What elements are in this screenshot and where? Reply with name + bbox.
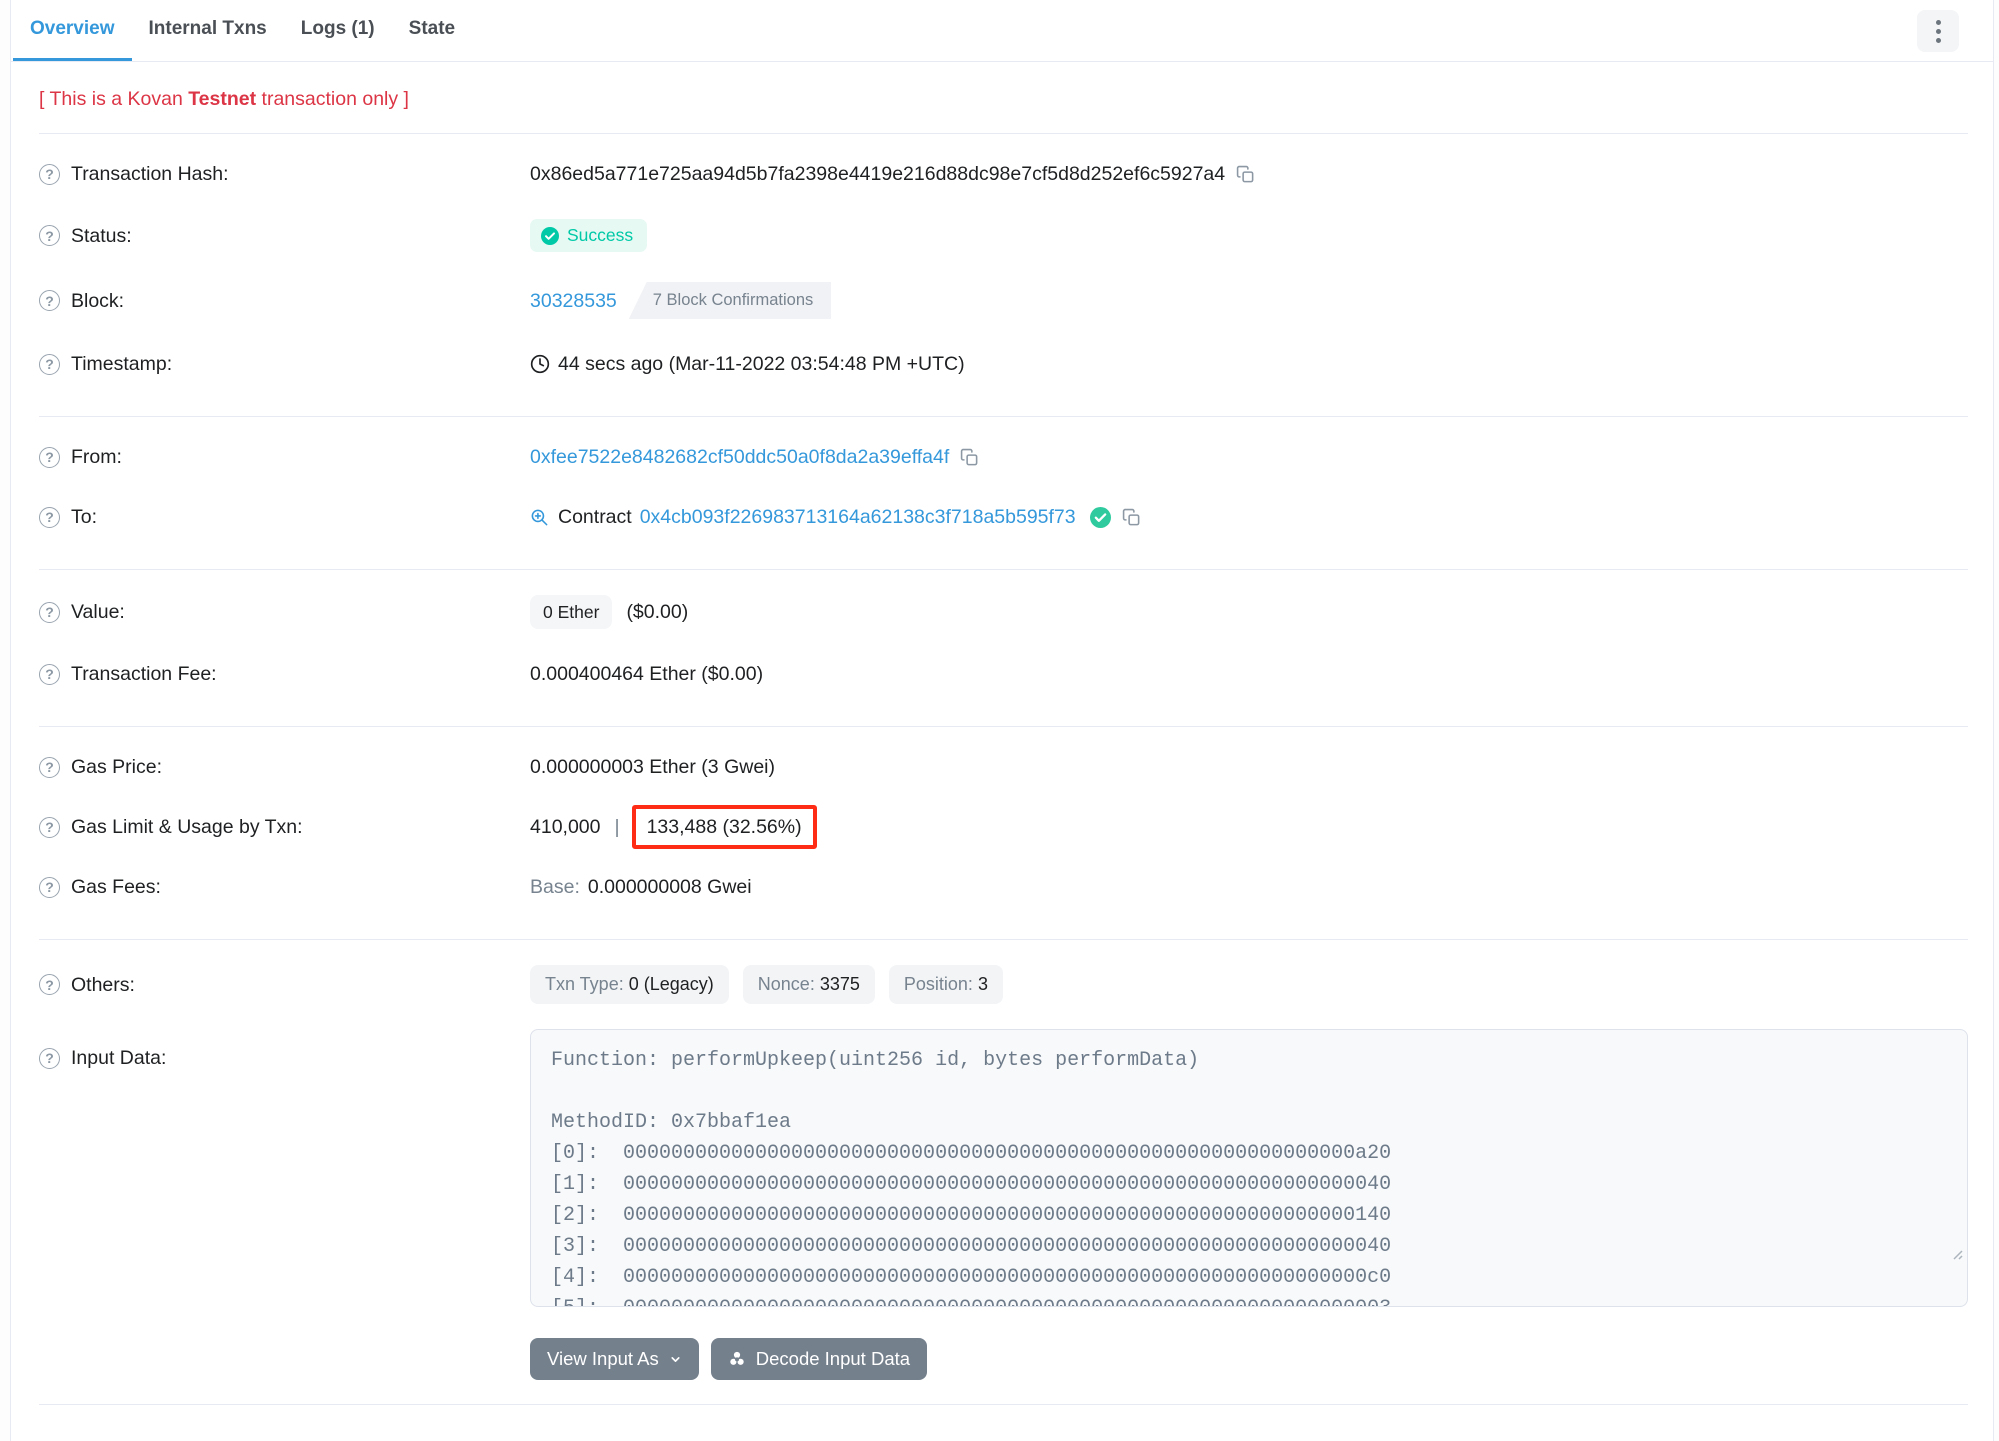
- clock-icon: [530, 354, 550, 374]
- from-label: From:: [71, 446, 122, 468]
- help-icon[interactable]: ?: [39, 601, 60, 623]
- usd-value: ($0.00): [626, 601, 689, 623]
- help-icon[interactable]: ?: [39, 974, 60, 995]
- row-timestamp: ? Timestamp: 44 secs ago (Mar-11-2022 03…: [39, 334, 1968, 394]
- view-input-as-button[interactable]: View Input As: [530, 1338, 699, 1380]
- tab-internal-txns[interactable]: Internal Txns: [132, 0, 284, 61]
- gas-fees-base-value: 0.000000008 Gwei: [587, 876, 752, 898]
- row-gas-price: ? Gas Price: 0.000000003 Ether (3 Gwei): [39, 737, 1968, 797]
- help-icon[interactable]: ?: [39, 506, 60, 528]
- from-address-link[interactable]: 0xfee7522e8482682cf50ddc50a0f8da2a39effa…: [530, 442, 949, 472]
- gas-divider: |: [614, 816, 620, 838]
- help-icon[interactable]: ?: [39, 663, 60, 685]
- row-input-data: ? Input Data: Function: performUpkeep(ui…: [39, 1019, 1968, 1322]
- help-icon[interactable]: ?: [39, 446, 60, 468]
- timestamp-value: 44 secs ago (Mar-11-2022 03:54:48 PM +UT…: [558, 353, 965, 375]
- copy-icon[interactable]: [1236, 165, 1255, 184]
- resize-handle-icon[interactable]: [1829, 1209, 1963, 1302]
- block-label: Block:: [71, 289, 125, 312]
- gas-limit-usage-label: Gas Limit & Usage by Txn:: [71, 816, 303, 838]
- row-transaction-hash: ? Transaction Hash: 0x86ed5a771e725aa94d…: [39, 144, 1968, 204]
- check-circle-icon: [541, 226, 559, 245]
- input-data-label: Input Data:: [71, 1047, 167, 1069]
- row-transaction-fee: ? Transaction Fee: 0.000400464 Ether ($0…: [39, 644, 1968, 704]
- block-number-link[interactable]: 30328535: [530, 286, 617, 316]
- tab-logs[interactable]: Logs (1): [284, 0, 392, 61]
- help-icon[interactable]: ?: [39, 163, 60, 185]
- magnifier-plus-icon[interactable]: [530, 508, 549, 527]
- overview-content: [ This is a Kovan Testnet transaction on…: [11, 88, 1993, 1441]
- help-icon[interactable]: ?: [39, 756, 60, 778]
- row-value: ? Value: 0 Ether ($0.00): [39, 580, 1968, 644]
- help-icon[interactable]: ?: [39, 1047, 60, 1069]
- row-status: ? Status: Success: [39, 204, 1968, 267]
- separator: [39, 1404, 1968, 1405]
- row-gas-limit-usage: ? Gas Limit & Usage by Txn: 410,000 | 13…: [39, 797, 1968, 857]
- testnet-notice: [ This is a Kovan Testnet transaction on…: [39, 88, 409, 110]
- gas-price-label: Gas Price:: [71, 756, 163, 778]
- row-gas-fees: ? Gas Fees: Base: 0.000000008 Gwei: [39, 857, 1968, 917]
- separator: [39, 726, 1968, 727]
- row-others: ? Others: Txn Type: 0 (Legacy) Nonce: 33…: [39, 950, 1968, 1019]
- chevron-down-icon: [669, 1353, 682, 1366]
- help-icon[interactable]: ?: [39, 816, 60, 838]
- to-address-link[interactable]: 0x4cb093f226983713164a62138c3f718a5b595f…: [640, 502, 1076, 532]
- txn-type-badge: Txn Type: 0 (Legacy): [530, 965, 729, 1004]
- help-icon[interactable]: ?: [39, 225, 60, 246]
- verified-check-icon: [1089, 506, 1111, 528]
- tab-state[interactable]: State: [392, 0, 472, 61]
- annotation-highlight-box: 133,488 (32.56%): [631, 805, 817, 849]
- tab-bar: Overview Internal Txns Logs (1) State: [11, 0, 1993, 62]
- decode-icon: [728, 1350, 746, 1368]
- separator: [39, 416, 1968, 417]
- copy-icon[interactable]: [960, 448, 979, 467]
- row-from: ? From: 0xfee7522e8482682cf50ddc50a0f8da…: [39, 427, 1968, 487]
- others-label: Others:: [71, 973, 135, 996]
- transaction-hash-value: 0x86ed5a771e725aa94d5b7fa2398e4419e216d8…: [530, 163, 1226, 185]
- input-data-actions: View Input As Decode Input Data: [530, 1338, 1968, 1382]
- help-icon[interactable]: ?: [39, 353, 60, 375]
- input-data-textarea[interactable]: Function: performUpkeep(uint256 id, byte…: [530, 1029, 1968, 1307]
- separator: [39, 133, 1968, 134]
- separator: [39, 569, 1968, 570]
- nonce-badge: Nonce: 3375: [742, 965, 875, 1004]
- transaction-hash-label: Transaction Hash:: [71, 163, 229, 185]
- block-confirmations-badge: 7 Block Confirmations: [628, 282, 832, 319]
- status-label: Status:: [71, 224, 132, 247]
- gas-price-value: 0.000000003 Ether (3 Gwei): [530, 756, 775, 778]
- tab-overview[interactable]: Overview: [13, 0, 132, 61]
- transaction-overview-card: Overview Internal Txns Logs (1) State [ …: [10, 0, 1994, 1441]
- more-options-button[interactable]: [1917, 10, 1959, 52]
- ether-value-badge: 0 Ether: [530, 595, 613, 629]
- value-label: Value:: [71, 601, 125, 623]
- transaction-fee-value: 0.000400464 Ether ($0.00): [530, 663, 764, 685]
- kebab-icon: [1935, 19, 1941, 25]
- to-label: To:: [71, 506, 98, 528]
- gas-fees-label: Gas Fees:: [71, 876, 161, 898]
- help-icon[interactable]: ?: [39, 290, 60, 311]
- gas-fees-base-key: Base:: [530, 876, 580, 898]
- gas-usage-value: 133,488 (32.56%): [646, 816, 802, 838]
- help-icon[interactable]: ?: [39, 876, 60, 898]
- position-badge: Position: 3: [888, 965, 1003, 1004]
- gas-limit-value: 410,000: [530, 816, 601, 838]
- row-block: ? Block: 30328535 7 Block Confirmations: [39, 267, 1968, 334]
- copy-icon[interactable]: [1122, 508, 1141, 527]
- row-to: ? To: Contract 0x4cb093f226983713164a621…: [39, 487, 1968, 547]
- transaction-fee-label: Transaction Fee:: [71, 663, 217, 685]
- timestamp-label: Timestamp:: [71, 353, 173, 375]
- decode-input-data-button[interactable]: Decode Input Data: [710, 1338, 928, 1380]
- to-contract-prefix: Contract: [558, 506, 632, 528]
- separator: [39, 939, 1968, 940]
- status-badge: Success: [530, 219, 648, 252]
